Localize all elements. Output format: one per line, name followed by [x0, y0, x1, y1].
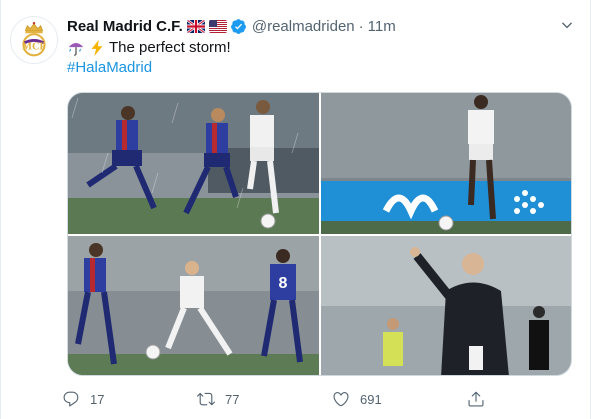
- separator-dot: ·: [358, 17, 364, 35]
- media-photo-4[interactable]: [321, 236, 571, 375]
- uk-flag-icon: [186, 19, 205, 33]
- lightning-icon: [88, 39, 106, 57]
- heart-icon: [331, 390, 350, 409]
- media-photo-2[interactable]: [321, 93, 571, 234]
- tweet-text: The perfect storm! #HalaMadrid: [67, 38, 231, 78]
- tweet-card[interactable]: MCF Real Madrid C.F. @realmadriden · 11m…: [0, 0, 591, 419]
- media-photo-3[interactable]: 8: [68, 236, 319, 375]
- like-button[interactable]: 691: [331, 390, 466, 409]
- us-flag-icon: [208, 19, 227, 33]
- svg-text:MCF: MCF: [22, 42, 46, 53]
- retweet-button[interactable]: 77: [196, 390, 331, 409]
- retweet-count: 77: [225, 391, 240, 407]
- tweet-text-line: The perfect storm!: [109, 39, 231, 56]
- verified-badge-icon: [230, 18, 247, 35]
- media-photo-1[interactable]: [68, 93, 319, 234]
- share-icon: [466, 390, 485, 409]
- avatar[interactable]: MCF: [10, 16, 58, 64]
- hashtag-link[interactable]: #HalaMadrid: [67, 58, 152, 78]
- media-grid: 8: [67, 92, 572, 376]
- like-count: 691: [360, 391, 382, 407]
- tweet-actions: 17 77 691: [61, 386, 501, 412]
- umbrella-rain-icon: [67, 39, 85, 57]
- reply-count: 17: [90, 391, 105, 407]
- timestamp[interactable]: 11m: [368, 18, 396, 35]
- real-madrid-crest-icon: MCF: [11, 17, 57, 63]
- display-name[interactable]: Real Madrid C.F.: [67, 18, 183, 35]
- reply-button[interactable]: 17: [61, 390, 196, 409]
- svg-text:8: 8: [279, 275, 288, 292]
- share-button[interactable]: [466, 390, 495, 409]
- user-handle[interactable]: @realmadriden: [252, 18, 355, 35]
- retweet-icon: [196, 390, 215, 409]
- tweet-header: Real Madrid C.F. @realmadriden · 11m: [67, 16, 396, 36]
- more-options-chevron-down-icon[interactable]: [558, 17, 576, 35]
- reply-icon: [61, 390, 80, 409]
